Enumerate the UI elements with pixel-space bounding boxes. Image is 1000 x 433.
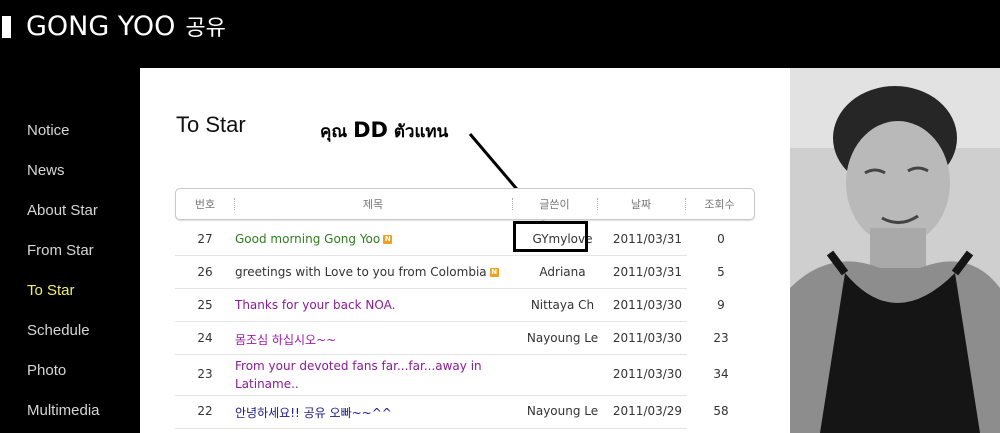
post-author: Nayoung Le: [526, 404, 599, 418]
post-number: 26: [197, 265, 213, 279]
post-author: Nittaya Ch: [530, 298, 595, 312]
post-date: 2011/03/30: [612, 331, 683, 345]
table-row[interactable]: 24 몸조심 하십시오~~ Nayoung Le 2011/03/30 23: [175, 322, 729, 355]
logo-bar: [2, 16, 11, 38]
post-number: 24: [197, 331, 213, 345]
sidebar-item-multimedia[interactable]: Multimedia: [27, 402, 100, 419]
star-photo: [790, 68, 1000, 433]
sidebar-item-from-star[interactable]: From Star: [27, 242, 94, 259]
logo-text: GONG YOO: [26, 11, 176, 42]
sidebar-item-photo[interactable]: Photo: [27, 362, 66, 379]
post-views: 9: [717, 298, 725, 312]
post-date: 2011/03/29: [612, 404, 683, 418]
sidebar-item-notice[interactable]: Notice: [27, 122, 70, 139]
annotation-label: คุณ DD ตัวแทน: [320, 118, 448, 145]
star-photo-illustration: [790, 68, 1000, 433]
post-title[interactable]: Thanks for your back NOA.: [235, 298, 545, 312]
post-title[interactable]: greetings with Love to you from Colombia…: [235, 265, 545, 279]
post-title[interactable]: 안녕하세요!! 공유 오빠~~^^: [235, 404, 545, 421]
post-date: 2011/03/31: [612, 265, 683, 279]
post-views: 0: [717, 232, 725, 246]
site-header: GONG YOO 공유: [0, 0, 1000, 68]
post-views: 5: [717, 265, 725, 279]
annotation-suffix: ตัวแทน: [393, 122, 449, 142]
new-icon: N: [489, 268, 499, 277]
table-row[interactable]: 22 안녕하세요!! 공유 오빠~~^^ Nayoung Le 2011/03/…: [175, 396, 729, 429]
table-row[interactable]: 26 greetings with Love to you from Colom…: [175, 256, 725, 289]
post-number: 22: [197, 404, 213, 418]
col-header-title: 제목: [362, 198, 384, 211]
sidebar-item-schedule[interactable]: Schedule: [27, 322, 90, 339]
author-highlight-box: [513, 221, 588, 252]
sidebar-item-to-star[interactable]: To Star: [27, 282, 75, 299]
main-content: To Star คุณ DD ตัวแทน 번호 제목 글쓴이 날짜 조회수 2…: [140, 68, 790, 433]
post-number: 27: [197, 232, 213, 246]
table-row[interactable]: 27 Good morning Gong Yoo N GYmylove 2011/…: [175, 222, 725, 256]
post-views: 34: [713, 367, 729, 381]
post-author: Adriana: [539, 265, 586, 279]
annotation-prefix: คุณ: [320, 122, 348, 142]
post-title[interactable]: From your devoted fans far...far...away …: [235, 357, 485, 393]
post-title-text[interactable]: greetings with Love to you from Colombia: [235, 265, 487, 279]
post-views: 23: [713, 331, 729, 345]
site-logo[interactable]: GONG YOO 공유: [26, 10, 226, 42]
table-row[interactable]: 23 From your devoted fans far...far...aw…: [175, 355, 729, 396]
post-number: 23: [197, 367, 213, 381]
post-title[interactable]: Good morning Gong Yoo N: [235, 232, 545, 246]
post-number: 25: [197, 298, 213, 312]
sidebar-item-about-star[interactable]: About Star: [27, 202, 98, 219]
post-author: Nayoung Le: [526, 331, 599, 345]
post-title-text[interactable]: Good morning Gong Yoo: [235, 232, 380, 246]
post-date: 2011/03/30: [612, 298, 683, 312]
post-date: 2011/03/31: [612, 232, 683, 246]
new-icon: N: [383, 235, 393, 244]
table-header: 번호 제목 글쓴이 날짜 조회수: [175, 188, 755, 220]
logo-korean: 공유: [185, 16, 226, 41]
col-header-date: 날짜: [630, 198, 652, 211]
table-row[interactable]: 25 Thanks for your back NOA. Nittaya Ch …: [175, 289, 725, 322]
sidebar-item-news[interactable]: News: [27, 162, 65, 179]
col-header-views: 조회수: [704, 198, 735, 211]
sidebar-nav: Notice News About Star From Star To Star…: [0, 68, 140, 433]
post-title[interactable]: 몸조심 하십시오~~: [235, 331, 545, 348]
post-views: 58: [713, 404, 729, 418]
col-header-author: 글쓴이: [539, 198, 570, 211]
annotation-name: DD: [353, 118, 388, 142]
col-header-number: 번호: [194, 198, 216, 211]
page-title: To Star: [176, 112, 246, 137]
post-date: 2011/03/30: [612, 367, 683, 381]
